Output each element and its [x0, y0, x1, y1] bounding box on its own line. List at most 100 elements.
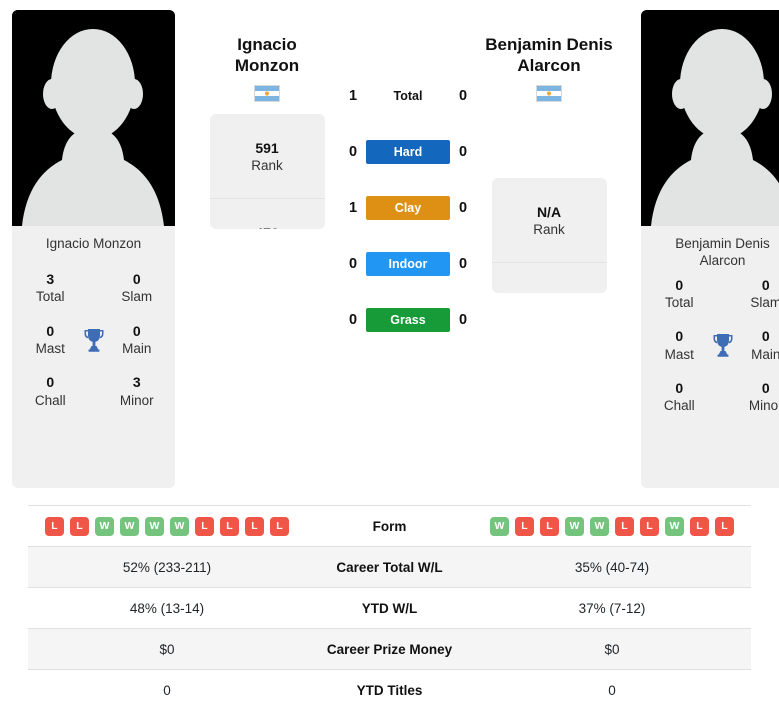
form-badge-win[interactable]: W: [145, 516, 164, 536]
form-badge-loss[interactable]: L: [195, 516, 214, 536]
award-main: 0 Main: [738, 327, 779, 363]
row-label-form: Form: [372, 518, 407, 534]
surface-badge-grass[interactable]: Grass: [366, 308, 450, 332]
h2h-row-clay: 1 Clay 0: [342, 180, 474, 236]
left-player-name[interactable]: Ignacio Monzon: [192, 35, 342, 76]
right-player-card[interactable]: Benjamin Denis Alarcon 0 Total 0 Slam 0 …: [641, 10, 779, 488]
left-form-cell: LLWWWWLLLL: [28, 506, 306, 547]
stat-value: 591: [255, 139, 279, 156]
form-badge-loss[interactable]: L: [220, 516, 239, 536]
flag-argentina-icon: [254, 85, 280, 103]
form-badge-loss[interactable]: L: [515, 516, 534, 536]
trophy-icon-glyph: [713, 334, 732, 358]
award-main: 0 Main: [109, 322, 166, 358]
form-badge-win[interactable]: W: [95, 516, 114, 536]
stat-value: 476: [255, 224, 278, 230]
left-stat-rank: 591 Rank: [209, 114, 325, 200]
form-badge-loss[interactable]: L: [45, 516, 64, 536]
right-award-grid: 0 Total 0 Slam 0 Mast 0 Main 0 Chall 0 M…: [641, 274, 779, 488]
trophy-icon-glyph: [84, 328, 103, 352]
comparison-table: LLWWWWLLLL Form WLLWWLLWLL 52% (233-211)…: [28, 505, 751, 711]
award-value: 0: [132, 271, 141, 287]
form-badge-win[interactable]: W: [665, 516, 684, 536]
award-value: 0: [675, 276, 684, 293]
right-form-cell: WLLWWLLWLL: [473, 506, 751, 547]
award-label: Mast: [35, 340, 65, 356]
award-value: 0: [761, 380, 770, 397]
stat-label: Rank: [251, 157, 283, 173]
player-photo-placeholder-icon: [12, 10, 175, 226]
h2h-label-wrap: Grass: [364, 308, 452, 332]
row-label-prize-money: Career Prize Money: [326, 641, 453, 657]
award-label: Slam: [121, 289, 153, 305]
top-comparison-area: Ignacio Monzon 3 Total 0 Slam 0 Mast 0 M…: [0, 0, 779, 495]
h2h-row-total: 1 Total 0: [342, 68, 474, 124]
award-value: 0: [761, 276, 770, 293]
form-badge-loss[interactable]: L: [540, 516, 559, 536]
trophy-icon: [708, 333, 738, 358]
surface-badge-hard[interactable]: Hard: [366, 140, 450, 164]
award-row: 0 Mast 0 Main: [22, 322, 165, 358]
award-label: Chall: [34, 392, 66, 408]
form-badge-loss[interactable]: L: [640, 516, 659, 536]
surface-badge-clay[interactable]: Clay: [366, 196, 450, 220]
h2h-right-value: 0: [458, 256, 468, 272]
award-chall: 0 Chall: [22, 373, 79, 409]
right-player-flag: [536, 85, 562, 103]
stat-label: Rank: [533, 221, 565, 237]
left-career-wl: 52% (233-211): [122, 559, 212, 575]
form-badge-loss[interactable]: L: [615, 516, 634, 536]
award-label: Total: [35, 289, 65, 305]
left-player-caption: Ignacio Monzon: [45, 236, 142, 251]
award-label: Main: [751, 346, 779, 362]
h2h-row-hard: 0 Hard 0: [342, 124, 474, 180]
left-ytd-wl: 48% (13-14): [129, 600, 205, 616]
award-minor: 0 Minor: [738, 379, 779, 415]
table-row-form: LLWWWWLLLL Form WLLWWLLWLL: [28, 505, 751, 547]
h2h-right-value: 0: [458, 312, 468, 328]
right-caption-line2: Alarcon: [699, 252, 746, 268]
surface-badge-indoor[interactable]: Indoor: [366, 252, 450, 276]
award-label: Slam: [750, 294, 779, 310]
form-badge-loss[interactable]: L: [270, 516, 289, 536]
award-row: 0 Mast 0 Main: [651, 327, 779, 363]
stat-value: N/A: [536, 203, 562, 220]
form-badge-loss[interactable]: L: [245, 516, 264, 536]
right-player-name-line1: Benjamin Denis: [485, 35, 613, 54]
form-badge-loss[interactable]: L: [70, 516, 89, 536]
form-badge-win[interactable]: W: [490, 516, 509, 536]
left-stat-high: 476 High: [210, 199, 325, 230]
head-to-head-panel: 1 Total 0 0 Hard 0 1 Clay 0 0 Indoor 0 0…: [342, 10, 474, 348]
award-value: 0: [46, 374, 55, 391]
player-comparison-page: Ignacio Monzon 3 Total 0 Slam 0 Mast 0 M…: [0, 0, 779, 719]
award-mast: 0 Mast: [651, 327, 708, 363]
award-row: 0 Chall 0 Minor: [651, 379, 779, 415]
right-player-name[interactable]: Benjamin Denis Alarcon: [474, 35, 624, 76]
right-prize-money: $0: [604, 641, 620, 657]
h2h-left-value: 0: [348, 256, 358, 272]
award-total: 0 Total: [651, 276, 708, 312]
form-badge-win[interactable]: W: [565, 516, 584, 536]
h2h-right-value: 0: [458, 144, 468, 160]
flag-argentina-glyph: [537, 86, 561, 102]
award-value: 0: [675, 328, 684, 345]
left-player-card[interactable]: Ignacio Monzon 3 Total 0 Slam 0 Mast 0 M…: [12, 10, 175, 488]
form-badge-win[interactable]: W: [590, 516, 609, 536]
award-row: 3 Total 0 Slam: [22, 270, 165, 306]
form-badge-win[interactable]: W: [120, 516, 139, 536]
award-slam: 0 Slam: [738, 276, 779, 312]
right-stat-high: High: [492, 263, 607, 293]
form-badge-loss[interactable]: L: [715, 516, 734, 536]
right-player-photo: [641, 10, 779, 226]
row-label-ytd-titles: YTD Titles: [356, 682, 423, 698]
award-total: 3 Total: [22, 270, 79, 306]
table-row-ytd-wl: 48% (13-14) YTD W/L 37% (7-12): [28, 587, 751, 629]
right-player-caption: Benjamin Denis Alarcon: [641, 226, 779, 274]
h2h-left-value: 0: [348, 312, 358, 328]
form-badge-loss[interactable]: L: [690, 516, 709, 536]
row-label-career-wl: Career Total W/L: [336, 559, 443, 575]
form-badge-win[interactable]: W: [170, 516, 189, 536]
h2h-left-value: 1: [348, 88, 358, 104]
left-ytd-titles: 0: [163, 682, 171, 698]
row-label-ytd-wl: YTD W/L: [361, 600, 418, 616]
